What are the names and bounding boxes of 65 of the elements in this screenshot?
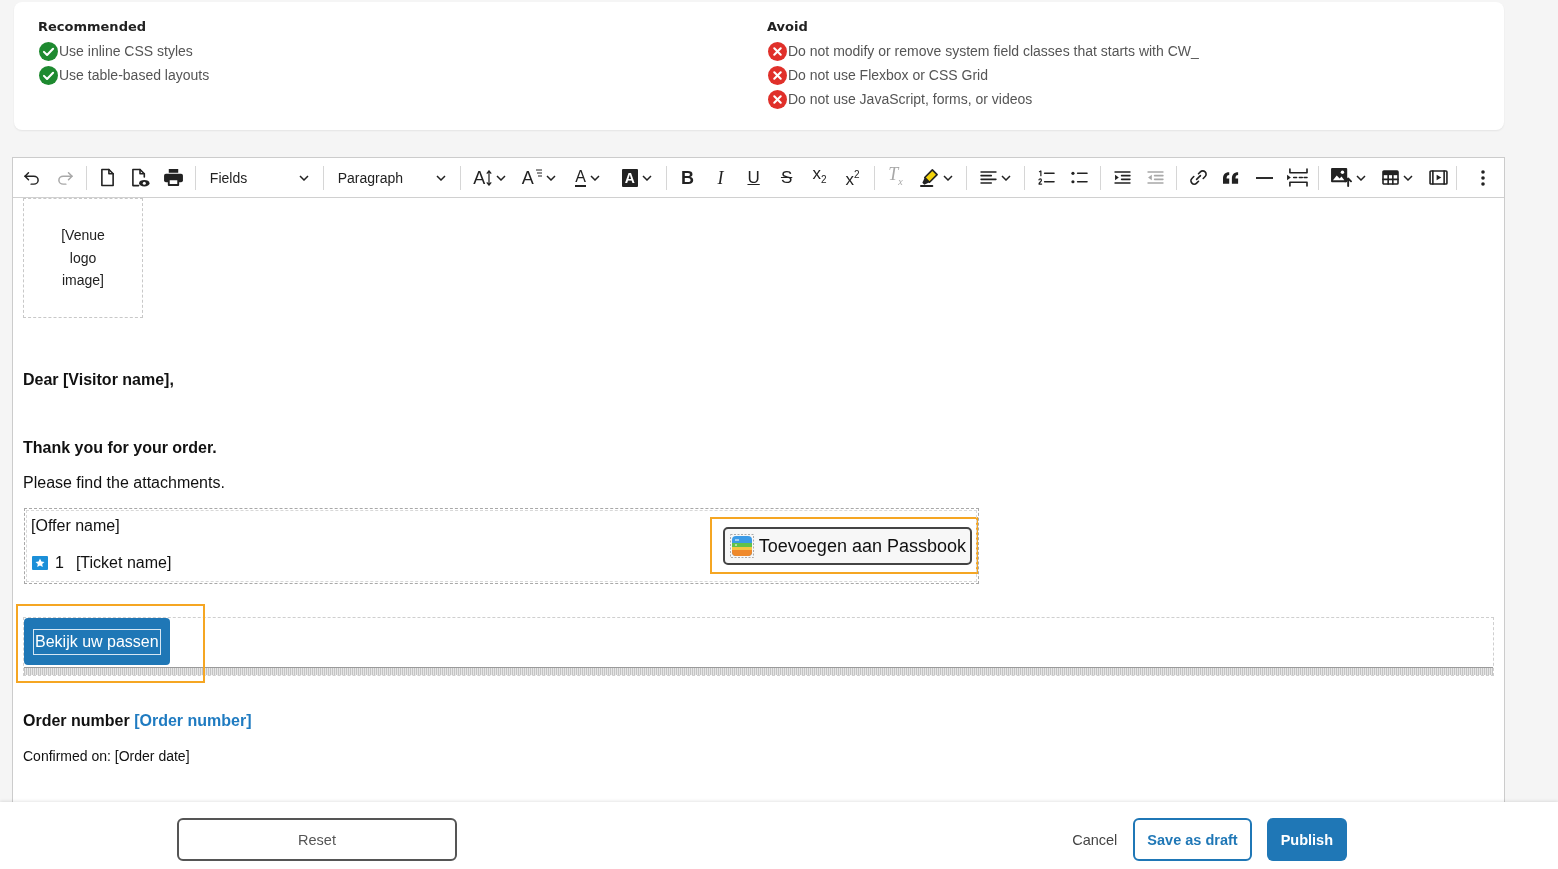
font-size-button[interactable]: A — [466, 162, 513, 193]
greeting-text: Dear [Visitor name], — [23, 370, 175, 390]
document-icon — [100, 168, 116, 187]
font-family-button[interactable]: A — [515, 162, 562, 193]
paragraph-style-dropdown[interactable]: Paragraph — [329, 162, 454, 193]
guideline-heading: Avoid — [767, 18, 809, 36]
cross-circle-icon — [768, 65, 787, 85]
passbook-button[interactable]: Toevoegen aan Passbook — [722, 527, 972, 565]
wallet-icon — [729, 534, 754, 558]
check-circle-icon — [39, 65, 58, 85]
guideline-text: Do not use JavaScript, forms, or videos — [788, 91, 1033, 107]
italic-button[interactable]: I — [705, 162, 736, 193]
strikethrough-button[interactable]: S — [771, 162, 802, 193]
play-frame-icon — [1428, 170, 1448, 185]
thanks-text: Thank you for your order. — [23, 438, 218, 458]
publish-button[interactable]: Publish — [1266, 818, 1347, 861]
image-icon — [1330, 168, 1352, 187]
bulleted-list-icon — [1070, 170, 1088, 185]
placeholder-text: [Venue logo image] — [60, 226, 106, 291]
cancel-button[interactable]: Cancel — [1071, 818, 1119, 861]
guideline-text: Do not modify or remove system field classes that starts with CW_ — [788, 43, 1199, 59]
page-break-icon — [1286, 168, 1308, 187]
redo-icon — [56, 170, 74, 185]
marker-icon — [920, 168, 940, 187]
guideline-text: Use inline CSS styles — [59, 43, 193, 59]
guideline-text: Do not use Flexbox or CSS Grid — [788, 67, 988, 83]
cross-circle-icon — [768, 89, 787, 109]
check-circle-icon — [39, 41, 58, 61]
outdent-icon — [1146, 171, 1164, 184]
underline-button[interactable]: U — [738, 162, 769, 193]
order-number-value: [Order number] — [134, 712, 252, 729]
numbered-list-icon — [1037, 170, 1055, 185]
caret-icon — [435, 174, 446, 181]
ticket-quantity: 1 — [55, 554, 64, 572]
guideline-heading: Recommended — [38, 18, 148, 36]
save-draft-button[interactable]: Save as draft — [1133, 818, 1252, 861]
ticket-icon — [32, 556, 48, 570]
view-passes-button[interactable]: Bekijk uw passen — [24, 618, 170, 665]
undo-icon — [23, 170, 41, 185]
printer-icon — [164, 169, 184, 186]
font-color-button[interactable]: A — [564, 162, 611, 193]
ticket-name: [Ticket name] — [75, 554, 172, 572]
subscript-button[interactable]: x$_{2}$ — [804, 162, 835, 193]
align-left-icon — [979, 171, 997, 184]
bold-button[interactable]: B — [672, 162, 703, 193]
fields-dropdown[interactable]: Fields — [201, 162, 317, 193]
intro-text: Please find the attachments. — [23, 473, 226, 493]
order-number-label: Order number — [23, 712, 130, 729]
link-icon — [1189, 169, 1207, 186]
background-color-button[interactable]: A — [613, 162, 660, 193]
confirmation-text: Confirmed on: [Order date] — [23, 747, 191, 765]
cross-circle-icon — [768, 41, 787, 61]
reset-button[interactable]: Reset — [177, 818, 457, 861]
more-icon — [1481, 169, 1486, 186]
guideline-text: Use table-based layouts — [59, 67, 210, 83]
document-eye-icon — [131, 167, 151, 188]
lines-icon — [534, 168, 542, 177]
indent-icon — [1113, 171, 1131, 184]
offer-name: [Offer name] — [31, 516, 121, 536]
quote-icon — [1223, 171, 1240, 184]
horizontal-line-icon — [1255, 176, 1273, 179]
table-icon — [1381, 170, 1399, 185]
up-down-arrow-icon — [486, 169, 493, 186]
superscript-button[interactable]: x$^{2}$ — [837, 162, 868, 193]
caret-icon — [298, 174, 309, 181]
